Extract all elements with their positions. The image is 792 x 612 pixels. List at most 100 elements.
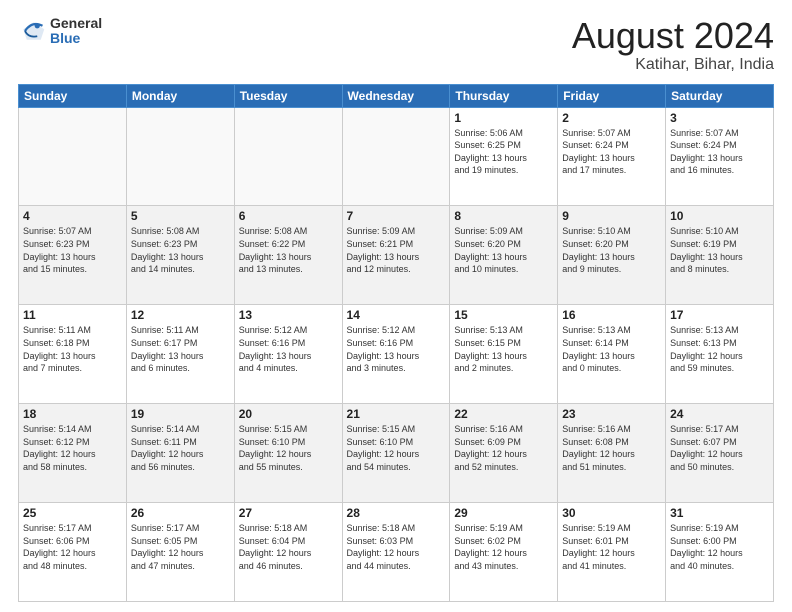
day-number: 18 bbox=[23, 407, 122, 421]
table-row: 7 Sunrise: 5:09 AM Sunset: 6:21 PM Daylig… bbox=[342, 206, 450, 305]
table-row: 6Sunrise: 5:08 AM Sunset: 6:22 PM Daylig… bbox=[234, 206, 342, 305]
day-info: Sunrise: 5:17 AM Sunset: 6:05 PM Dayligh… bbox=[131, 522, 230, 572]
calendar-week-row: 18 Sunrise: 5:14 AM Sunset: 6:12 PM Dayli… bbox=[19, 404, 774, 503]
logo-text: General Blue bbox=[50, 16, 102, 47]
day-number: 8 bbox=[454, 209, 553, 223]
day-info: Sunrise: 5:19 AM Sunset: 6:01 PM Dayligh… bbox=[562, 522, 661, 572]
title-month: August 2024 bbox=[572, 16, 774, 56]
table-row: 30 Sunrise: 5:19 AM Sunset: 6:01 PM Dayli… bbox=[558, 503, 666, 602]
table-row: 2 Sunrise: 5:07 AM Sunset: 6:24 PM Daylig… bbox=[558, 107, 666, 206]
day-info: Sunrise: 5:09 AM Sunset: 6:20 PM Dayligh… bbox=[454, 225, 553, 275]
day-info: Sunrise: 5:19 AM Sunset: 6:00 PM Dayligh… bbox=[670, 522, 769, 572]
day-number: 21 bbox=[347, 407, 446, 421]
day-number: 30 bbox=[562, 506, 661, 520]
table-row: 18 Sunrise: 5:14 AM Sunset: 6:12 PM Dayli… bbox=[19, 404, 127, 503]
day-info: Sunrise: 5:13 AM Sunset: 6:13 PM Dayligh… bbox=[670, 324, 769, 374]
day-info: Sunrise: 5:09 AM Sunset: 6:21 PM Dayligh… bbox=[347, 225, 446, 275]
day-number: 1 bbox=[454, 111, 553, 125]
table-row: 25Sunrise: 5:17 AM Sunset: 6:06 PM Dayli… bbox=[19, 503, 127, 602]
day-number: 9 bbox=[562, 209, 661, 223]
table-row: 10Sunrise: 5:10 AM Sunset: 6:19 PM Dayli… bbox=[666, 206, 774, 305]
table-row: 24 Sunrise: 5:17 AM Sunset: 6:07 PM Dayli… bbox=[666, 404, 774, 503]
table-row: 8 Sunrise: 5:09 AM Sunset: 6:20 PM Daylig… bbox=[450, 206, 558, 305]
table-row: 9 Sunrise: 5:10 AM Sunset: 6:20 PM Daylig… bbox=[558, 206, 666, 305]
day-number: 22 bbox=[454, 407, 553, 421]
day-info: Sunrise: 5:12 AM Sunset: 6:16 PM Dayligh… bbox=[347, 324, 446, 374]
day-number: 3 bbox=[670, 111, 769, 125]
table-row: 4Sunrise: 5:07 AM Sunset: 6:23 PM Daylig… bbox=[19, 206, 127, 305]
table-row: 13Sunrise: 5:12 AM Sunset: 6:16 PM Dayli… bbox=[234, 305, 342, 404]
day-number: 27 bbox=[239, 506, 338, 520]
day-number: 28 bbox=[347, 506, 446, 520]
logo-general: General bbox=[50, 16, 102, 31]
table-row bbox=[234, 107, 342, 206]
day-number: 29 bbox=[454, 506, 553, 520]
table-row: 11 Sunrise: 5:11 AM Sunset: 6:18 PM Dayli… bbox=[19, 305, 127, 404]
col-friday: Friday bbox=[558, 84, 666, 107]
logo-icon bbox=[18, 17, 46, 45]
table-row: 15Sunrise: 5:13 AM Sunset: 6:15 PM Dayli… bbox=[450, 305, 558, 404]
day-number: 31 bbox=[670, 506, 769, 520]
day-info: Sunrise: 5:12 AM Sunset: 6:16 PM Dayligh… bbox=[239, 324, 338, 374]
day-number: 17 bbox=[670, 308, 769, 322]
calendar-week-row: 1 Sunrise: 5:06 AM Sunset: 6:25 PM Daylig… bbox=[19, 107, 774, 206]
day-info: Sunrise: 5:17 AM Sunset: 6:07 PM Dayligh… bbox=[670, 423, 769, 473]
table-row bbox=[19, 107, 127, 206]
day-number: 7 bbox=[347, 209, 446, 223]
table-row: 23 Sunrise: 5:16 AM Sunset: 6:08 PM Dayli… bbox=[558, 404, 666, 503]
day-info: Sunrise: 5:16 AM Sunset: 6:08 PM Dayligh… bbox=[562, 423, 661, 473]
table-row: 14 Sunrise: 5:12 AM Sunset: 6:16 PM Dayli… bbox=[342, 305, 450, 404]
calendar-week-row: 25Sunrise: 5:17 AM Sunset: 6:06 PM Dayli… bbox=[19, 503, 774, 602]
calendar-week-row: 11 Sunrise: 5:11 AM Sunset: 6:18 PM Dayli… bbox=[19, 305, 774, 404]
day-number: 20 bbox=[239, 407, 338, 421]
col-thursday: Thursday bbox=[450, 84, 558, 107]
table-row: 19Sunrise: 5:14 AM Sunset: 6:11 PM Dayli… bbox=[126, 404, 234, 503]
col-monday: Monday bbox=[126, 84, 234, 107]
day-info: Sunrise: 5:06 AM Sunset: 6:25 PM Dayligh… bbox=[454, 127, 553, 177]
day-info: Sunrise: 5:11 AM Sunset: 6:18 PM Dayligh… bbox=[23, 324, 122, 374]
day-number: 12 bbox=[131, 308, 230, 322]
table-row: 5 Sunrise: 5:08 AM Sunset: 6:23 PM Daylig… bbox=[126, 206, 234, 305]
day-info: Sunrise: 5:11 AM Sunset: 6:17 PM Dayligh… bbox=[131, 324, 230, 374]
logo-blue: Blue bbox=[50, 31, 102, 46]
table-row: 3 Sunrise: 5:07 AM Sunset: 6:24 PM Daylig… bbox=[666, 107, 774, 206]
day-info: Sunrise: 5:18 AM Sunset: 6:04 PM Dayligh… bbox=[239, 522, 338, 572]
day-number: 19 bbox=[131, 407, 230, 421]
day-info: Sunrise: 5:10 AM Sunset: 6:20 PM Dayligh… bbox=[562, 225, 661, 275]
table-row: 17 Sunrise: 5:13 AM Sunset: 6:13 PM Dayli… bbox=[666, 305, 774, 404]
table-row: 21 Sunrise: 5:15 AM Sunset: 6:10 PM Dayli… bbox=[342, 404, 450, 503]
table-row: 22 Sunrise: 5:16 AM Sunset: 6:09 PM Dayli… bbox=[450, 404, 558, 503]
table-row: 29Sunrise: 5:19 AM Sunset: 6:02 PM Dayli… bbox=[450, 503, 558, 602]
day-info: Sunrise: 5:08 AM Sunset: 6:22 PM Dayligh… bbox=[239, 225, 338, 275]
day-info: Sunrise: 5:15 AM Sunset: 6:10 PM Dayligh… bbox=[239, 423, 338, 473]
day-number: 2 bbox=[562, 111, 661, 125]
day-number: 11 bbox=[23, 308, 122, 322]
day-info: Sunrise: 5:17 AM Sunset: 6:06 PM Dayligh… bbox=[23, 522, 122, 572]
day-info: Sunrise: 5:15 AM Sunset: 6:10 PM Dayligh… bbox=[347, 423, 446, 473]
calendar-table: Sunday Monday Tuesday Wednesday Thursday… bbox=[18, 84, 774, 602]
table-row: 28Sunrise: 5:18 AM Sunset: 6:03 PM Dayli… bbox=[342, 503, 450, 602]
day-number: 23 bbox=[562, 407, 661, 421]
table-row bbox=[126, 107, 234, 206]
table-row: 1 Sunrise: 5:06 AM Sunset: 6:25 PM Daylig… bbox=[450, 107, 558, 206]
day-number: 24 bbox=[670, 407, 769, 421]
title-location: Katihar, Bihar, India bbox=[572, 56, 774, 74]
logo: General Blue bbox=[18, 16, 102, 47]
table-row: 20 Sunrise: 5:15 AM Sunset: 6:10 PM Dayli… bbox=[234, 404, 342, 503]
header: General Blue August 2024 Katihar, Bihar,… bbox=[18, 16, 774, 74]
day-info: Sunrise: 5:07 AM Sunset: 6:24 PM Dayligh… bbox=[562, 127, 661, 177]
day-number: 5 bbox=[131, 209, 230, 223]
table-row: 26 Sunrise: 5:17 AM Sunset: 6:05 PM Dayli… bbox=[126, 503, 234, 602]
col-tuesday: Tuesday bbox=[234, 84, 342, 107]
col-wednesday: Wednesday bbox=[342, 84, 450, 107]
day-info: Sunrise: 5:07 AM Sunset: 6:24 PM Dayligh… bbox=[670, 127, 769, 177]
day-number: 26 bbox=[131, 506, 230, 520]
day-info: Sunrise: 5:08 AM Sunset: 6:23 PM Dayligh… bbox=[131, 225, 230, 275]
day-number: 14 bbox=[347, 308, 446, 322]
day-info: Sunrise: 5:14 AM Sunset: 6:12 PM Dayligh… bbox=[23, 423, 122, 473]
col-sunday: Sunday bbox=[19, 84, 127, 107]
day-info: Sunrise: 5:16 AM Sunset: 6:09 PM Dayligh… bbox=[454, 423, 553, 473]
table-row: 12 Sunrise: 5:11 AM Sunset: 6:17 PM Dayli… bbox=[126, 305, 234, 404]
day-number: 4 bbox=[23, 209, 122, 223]
day-info: Sunrise: 5:10 AM Sunset: 6:19 PM Dayligh… bbox=[670, 225, 769, 275]
